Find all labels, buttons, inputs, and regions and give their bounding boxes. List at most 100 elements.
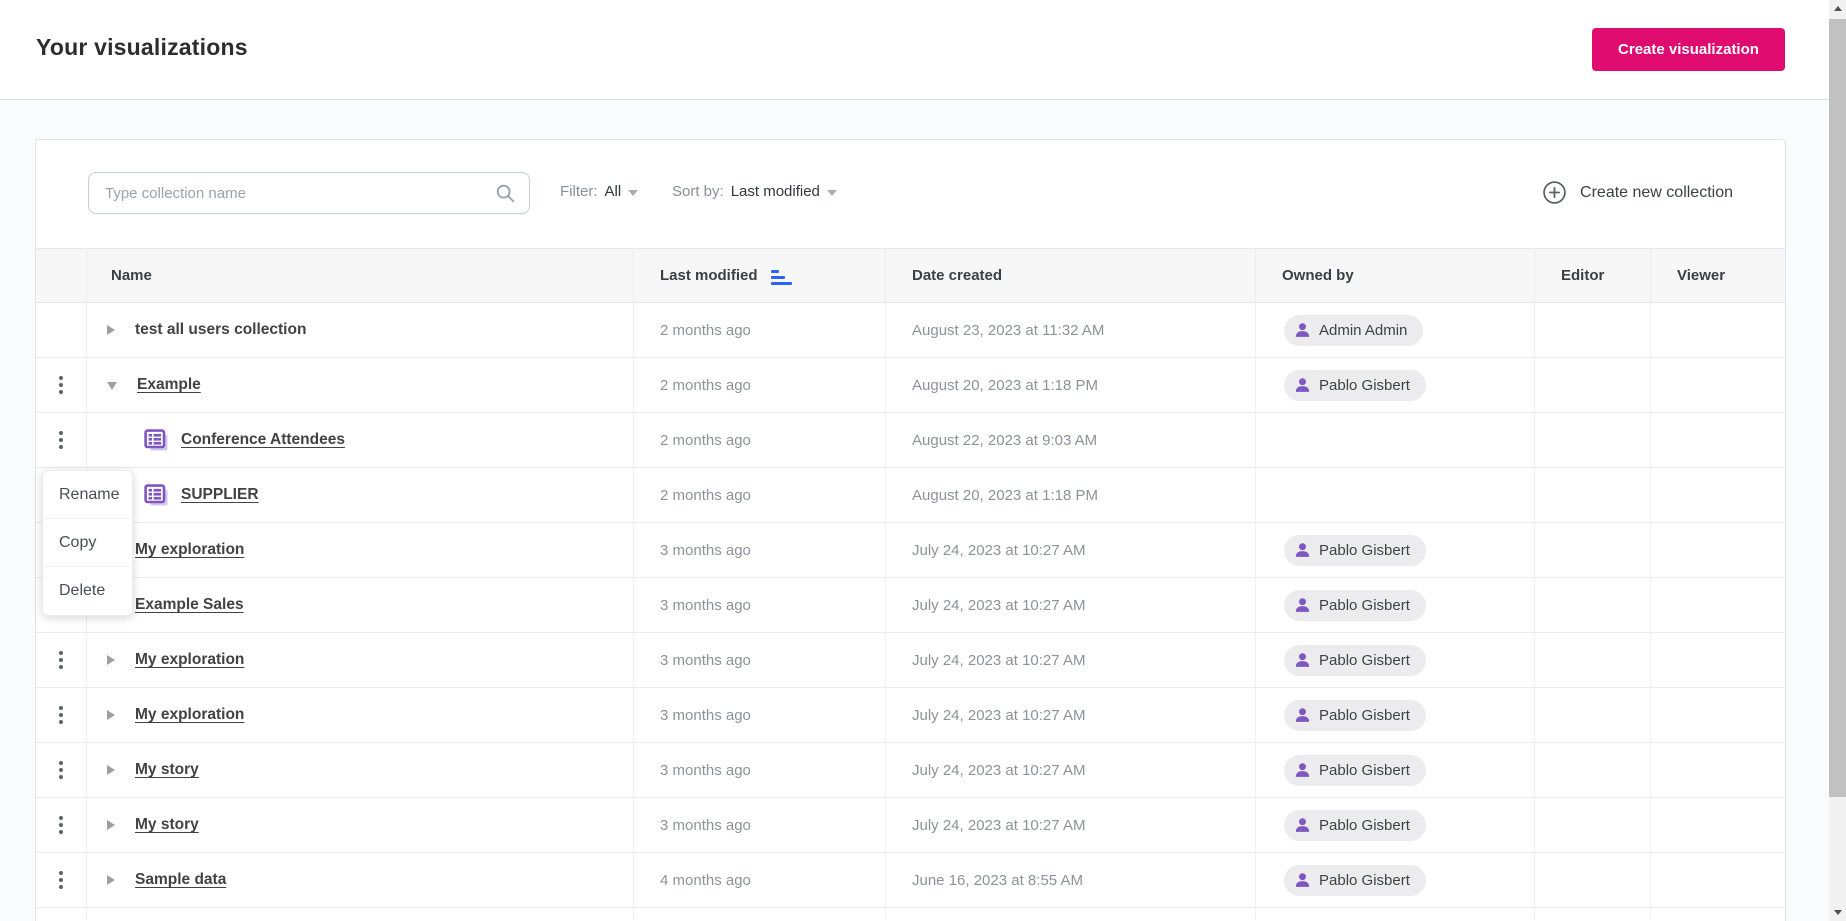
owner-cell — [1256, 468, 1535, 523]
row-name-link[interactable]: My exploration — [135, 706, 244, 724]
row-name-link[interactable]: My exploration — [135, 651, 244, 669]
owner-name: Pablo Gisbert — [1319, 872, 1410, 889]
last-modified-cell: 3 months ago — [634, 743, 886, 798]
viewer-cell — [1651, 798, 1785, 853]
name-cell: My exploration — [87, 688, 634, 743]
row-name-link[interactable]: My exploration — [135, 541, 244, 559]
person-icon — [1293, 376, 1312, 395]
row-kebab-menu-button[interactable] — [49, 700, 73, 730]
expander-triangle-icon[interactable] — [107, 655, 115, 665]
expander-triangle-icon[interactable] — [107, 710, 115, 720]
owner-badge: Pablo Gisbert — [1284, 535, 1426, 566]
menu-item-rename[interactable]: Rename — [43, 471, 132, 519]
editor-cell — [1535, 743, 1651, 798]
date-created-cell: June 16, 2023 at 8:55 AM — [886, 853, 1256, 908]
name-cell: test all users collection — [87, 303, 634, 358]
collections-table: Name Last modified Date created Owned by… — [36, 248, 1785, 920]
row-kebab-menu-button[interactable] — [49, 755, 73, 785]
expander-triangle-icon[interactable] — [107, 820, 115, 830]
row-menu-cell — [36, 688, 87, 743]
row-kebab-menu-button[interactable] — [49, 425, 73, 455]
menu-item-delete[interactable]: Delete — [43, 567, 132, 615]
owner-name: Pablo Gisbert — [1319, 377, 1410, 394]
owner-badge: Pablo Gisbert — [1284, 755, 1426, 786]
person-icon — [1293, 651, 1312, 670]
owner-badge: Admin Admin — [1284, 315, 1423, 346]
create-new-collection-button[interactable]: Create new collection — [1542, 180, 1733, 205]
row-name-link[interactable]: Sample data — [135, 871, 226, 889]
chevron-down-icon — [827, 190, 837, 196]
arrow-up-icon — [1834, 6, 1842, 11]
partial-next-row — [36, 908, 1785, 920]
row-name-link[interactable]: Conference Attendees — [181, 431, 345, 449]
viewer-cell — [1651, 743, 1785, 798]
expander-triangle-icon[interactable] — [107, 875, 115, 885]
row-name-link[interactable]: My story — [135, 761, 199, 779]
person-icon — [1293, 816, 1312, 835]
row-name-link[interactable]: test all users collection — [135, 321, 306, 339]
date-created-cell: August 23, 2023 at 11:32 AM — [886, 303, 1256, 358]
owner-cell: Pablo Gisbert — [1256, 798, 1535, 853]
person-icon — [1293, 761, 1312, 780]
owner-cell: Pablo Gisbert — [1256, 358, 1535, 413]
menu-item-copy[interactable]: Copy — [43, 519, 132, 567]
scroll-up-button[interactable] — [1829, 0, 1846, 17]
header-editor: Editor — [1535, 249, 1651, 303]
header-owned-by: Owned by — [1256, 249, 1535, 303]
scrollbar[interactable] — [1829, 0, 1846, 921]
header-last-modified[interactable]: Last modified — [634, 249, 886, 303]
row-kebab-menu-button[interactable] — [49, 645, 73, 675]
name-cell: My exploration — [87, 633, 634, 688]
row-kebab-menu-button[interactable] — [49, 810, 73, 840]
owner-name: Pablo Gisbert — [1319, 542, 1410, 559]
row-context-menu: Rename Copy Delete — [42, 470, 133, 616]
scrollbar-thumb[interactable] — [1829, 19, 1846, 797]
owner-name: Pablo Gisbert — [1319, 817, 1410, 834]
date-created-cell: August 22, 2023 at 9:03 AM — [886, 413, 1256, 468]
table-row: My story 3 months ago July 24, 2023 at 1… — [36, 798, 1785, 853]
row-menu-cell — [36, 303, 87, 358]
row-name-link[interactable]: Example Sales — [135, 596, 244, 614]
row-menu-cell — [36, 743, 87, 798]
date-created-cell: July 24, 2023 at 10:27 AM — [886, 578, 1256, 633]
sort-dropdown[interactable]: Sort by: Last modified — [672, 183, 837, 200]
last-modified-cell: 2 months ago — [634, 413, 886, 468]
name-cell: My story — [87, 798, 634, 853]
name-cell: SUPPLIER — [87, 468, 634, 523]
name-cell: My story — [87, 743, 634, 798]
person-icon — [1293, 596, 1312, 615]
viewer-cell — [1651, 413, 1785, 468]
expander-triangle-icon[interactable] — [107, 765, 115, 775]
owner-name: Pablo Gisbert — [1319, 762, 1410, 779]
search-field-wrap — [88, 172, 530, 214]
scroll-down-button[interactable] — [1829, 904, 1846, 921]
editor-cell — [1535, 468, 1651, 523]
name-cell: Example — [87, 358, 634, 413]
search-input[interactable] — [88, 172, 530, 214]
name-cell: My exploration — [87, 523, 634, 578]
owner-badge: Pablo Gisbert — [1284, 645, 1426, 676]
date-created-cell: July 24, 2023 at 10:27 AM — [886, 743, 1256, 798]
expander-triangle-icon[interactable] — [107, 325, 115, 335]
row-menu-cell — [36, 358, 87, 413]
row-name-link[interactable]: My story — [135, 816, 199, 834]
owner-cell: Pablo Gisbert — [1256, 688, 1535, 743]
owner-badge: Pablo Gisbert — [1284, 810, 1426, 841]
table-header-row: Name Last modified Date created Owned by… — [36, 248, 1785, 303]
date-created-cell: July 24, 2023 at 10:27 AM — [886, 688, 1256, 743]
row-name-link[interactable]: SUPPLIER — [181, 486, 259, 504]
last-modified-cell: 4 months ago — [634, 853, 886, 908]
owner-cell: Pablo Gisbert — [1256, 578, 1535, 633]
create-visualization-button[interactable]: Create visualization — [1592, 28, 1785, 71]
filter-dropdown[interactable]: Filter: All — [560, 183, 638, 200]
row-kebab-menu-button[interactable] — [49, 370, 73, 400]
expander-triangle-icon[interactable] — [107, 382, 117, 390]
editor-cell — [1535, 523, 1651, 578]
row-kebab-menu-button[interactable] — [49, 865, 73, 895]
table-row: test all users collection 2 months ago A… — [36, 303, 1785, 358]
person-icon — [1293, 871, 1312, 890]
row-name-link[interactable]: Example — [137, 376, 201, 394]
last-modified-cell: 2 months ago — [634, 303, 886, 358]
last-modified-cell: 3 months ago — [634, 633, 886, 688]
viewer-cell — [1651, 523, 1785, 578]
